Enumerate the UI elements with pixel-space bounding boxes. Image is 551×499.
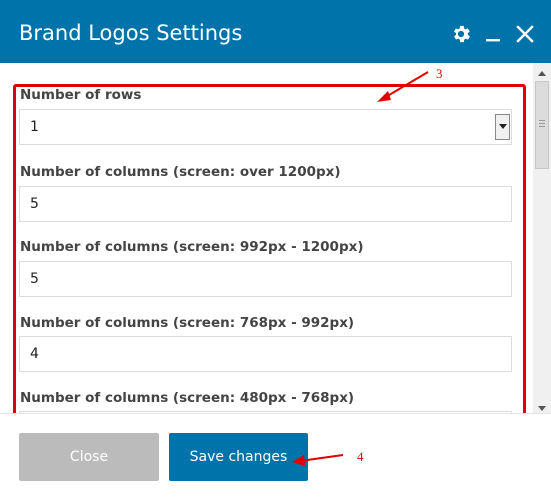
dialog-footer: Close Save changes	[0, 413, 551, 499]
cols-992-1200-label: Number of columns (screen: 992px - 1200p…	[20, 239, 364, 255]
scrollbar-grip-line	[539, 126, 545, 127]
content-scrollbar[interactable]	[533, 63, 551, 413]
dialog-title: Brand Logos Settings	[19, 21, 243, 45]
chevron-down-icon[interactable]	[495, 114, 510, 140]
minimize-icon[interactable]	[481, 22, 505, 46]
cols-over-1200-value: 5	[30, 196, 39, 212]
scrollbar-grip-line	[539, 120, 545, 121]
cols-over-1200-input[interactable]: 5	[19, 186, 512, 222]
cols-480-768-label: Number of columns (screen: 480px - 768px…	[20, 390, 355, 406]
annotation-number-3: 3	[436, 66, 443, 81]
scrollbar-thumb[interactable]	[535, 81, 549, 169]
dialog-titlebar: Brand Logos Settings	[0, 0, 551, 63]
scrollbar-grip-line	[539, 123, 545, 124]
annotation-number-4: 4	[357, 449, 364, 464]
close-button[interactable]: Close	[19, 433, 159, 481]
rows-select[interactable]: 1	[19, 109, 512, 145]
save-changes-button[interactable]: Save changes	[169, 433, 308, 481]
gear-icon[interactable]	[449, 22, 473, 46]
rows-select-value: 1	[30, 119, 39, 135]
close-icon[interactable]	[513, 22, 537, 46]
cols-768-992-input[interactable]: 4	[19, 336, 512, 372]
scroll-up-arrow-icon[interactable]	[537, 66, 547, 76]
scroll-down-arrow-icon[interactable]	[537, 400, 547, 411]
cols-768-992-value: 4	[30, 346, 39, 362]
cols-992-1200-input[interactable]: 5	[19, 261, 512, 297]
rows-label: Number of rows	[20, 87, 142, 103]
cols-over-1200-label: Number of columns (screen: over 1200px)	[20, 164, 341, 180]
title-actions	[449, 20, 537, 48]
settings-form: Number of rows 1 Number of columns (scre…	[0, 63, 533, 413]
cols-768-992-label: Number of columns (screen: 768px - 992px…	[20, 315, 355, 331]
cols-992-1200-value: 5	[30, 271, 39, 287]
